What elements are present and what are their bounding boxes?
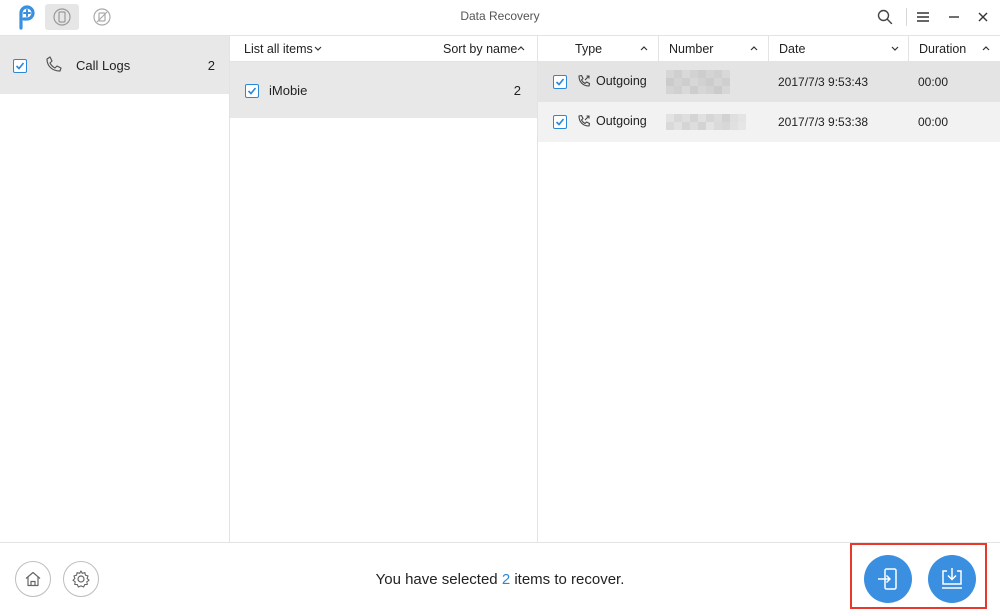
call-log-table: Type Number Date Duration Outgoing 2017/… bbox=[538, 36, 1000, 542]
phone-icon bbox=[46, 56, 62, 72]
recover-to-device-button[interactable] bbox=[864, 555, 912, 603]
chevron-down-icon bbox=[891, 46, 899, 51]
outgoing-call-icon bbox=[578, 74, 591, 87]
status-prefix: You have selected bbox=[375, 571, 498, 588]
checkmark-icon bbox=[555, 78, 565, 86]
title-bar-divider bbox=[906, 8, 907, 26]
number-redacted bbox=[666, 114, 746, 130]
menu-button[interactable] bbox=[910, 4, 936, 30]
contact-checkbox[interactable] bbox=[245, 84, 259, 98]
row-checkbox[interactable] bbox=[553, 75, 567, 89]
column-divider[interactable] bbox=[658, 36, 659, 62]
filter-dropdown[interactable]: List all items bbox=[244, 42, 313, 56]
call-date: 2017/7/3 9:53:43 bbox=[778, 75, 869, 89]
title-bar: Data Recovery bbox=[0, 0, 1000, 36]
menu-icon bbox=[917, 12, 929, 22]
chevron-up-icon bbox=[750, 46, 758, 51]
column-divider[interactable] bbox=[768, 36, 769, 62]
outgoing-call-icon bbox=[578, 114, 591, 127]
chevron-down-icon bbox=[314, 46, 322, 51]
recover-to-device-icon bbox=[878, 568, 897, 590]
chevron-up-icon bbox=[517, 46, 525, 51]
contact-name: iMobie bbox=[269, 83, 308, 98]
selected-count: 2 bbox=[501, 571, 511, 588]
column-header-number[interactable]: Number bbox=[669, 42, 713, 56]
call-duration: 00:00 bbox=[918, 75, 949, 89]
search-button[interactable] bbox=[872, 4, 898, 30]
column-header-duration[interactable]: Duration bbox=[919, 42, 966, 56]
category-count: 2 bbox=[207, 58, 215, 73]
column-divider[interactable] bbox=[908, 36, 909, 62]
call-type: Outgoing bbox=[596, 74, 647, 88]
footer-bar: You have selected 2 items to recover. bbox=[0, 542, 1000, 614]
row-checkbox[interactable] bbox=[553, 115, 567, 129]
call-duration: 00:00 bbox=[918, 115, 949, 129]
table-row[interactable]: Outgoing 2017/7/3 9:53:38 00:00 bbox=[538, 102, 1000, 142]
category-checkbox[interactable] bbox=[13, 59, 27, 73]
category-panel: Call Logs 2 bbox=[0, 36, 230, 542]
call-date: 2017/7/3 9:53:38 bbox=[778, 115, 869, 129]
chevron-up-icon bbox=[982, 46, 990, 51]
contact-list-header: List all items Sort by name bbox=[230, 36, 537, 62]
table-header: Type Number Date Duration bbox=[538, 36, 1000, 62]
close-icon bbox=[978, 12, 988, 22]
contact-item-imobie[interactable]: iMobie 2 bbox=[230, 62, 537, 118]
recover-to-computer-button[interactable] bbox=[928, 555, 976, 603]
column-header-date[interactable]: Date bbox=[779, 42, 805, 56]
status-suffix: items to recover. bbox=[514, 571, 625, 588]
sort-button[interactable]: Sort by name bbox=[443, 42, 517, 56]
checkmark-icon bbox=[247, 87, 257, 95]
recover-to-computer-icon bbox=[942, 568, 962, 589]
call-type: Outgoing bbox=[596, 114, 647, 128]
checkmark-icon bbox=[555, 118, 565, 126]
contact-list-panel: List all items Sort by name iMobie 2 bbox=[230, 36, 538, 542]
close-button[interactable] bbox=[970, 4, 996, 30]
contact-count: 2 bbox=[513, 83, 521, 98]
chevron-up-icon bbox=[640, 46, 648, 51]
recover-actions-highlight bbox=[850, 543, 987, 609]
table-row[interactable]: Outgoing 2017/7/3 9:53:43 00:00 bbox=[538, 62, 1000, 102]
category-item-call-logs[interactable]: Call Logs 2 bbox=[0, 36, 229, 94]
checkmark-icon bbox=[15, 62, 25, 70]
category-label: Call Logs bbox=[76, 58, 131, 73]
number-redacted bbox=[666, 70, 732, 94]
column-header-type[interactable]: Type bbox=[575, 42, 602, 56]
window-title: Data Recovery bbox=[460, 9, 540, 23]
minimize-icon bbox=[949, 16, 959, 18]
minimize-button[interactable] bbox=[941, 4, 967, 30]
search-icon bbox=[877, 9, 893, 25]
